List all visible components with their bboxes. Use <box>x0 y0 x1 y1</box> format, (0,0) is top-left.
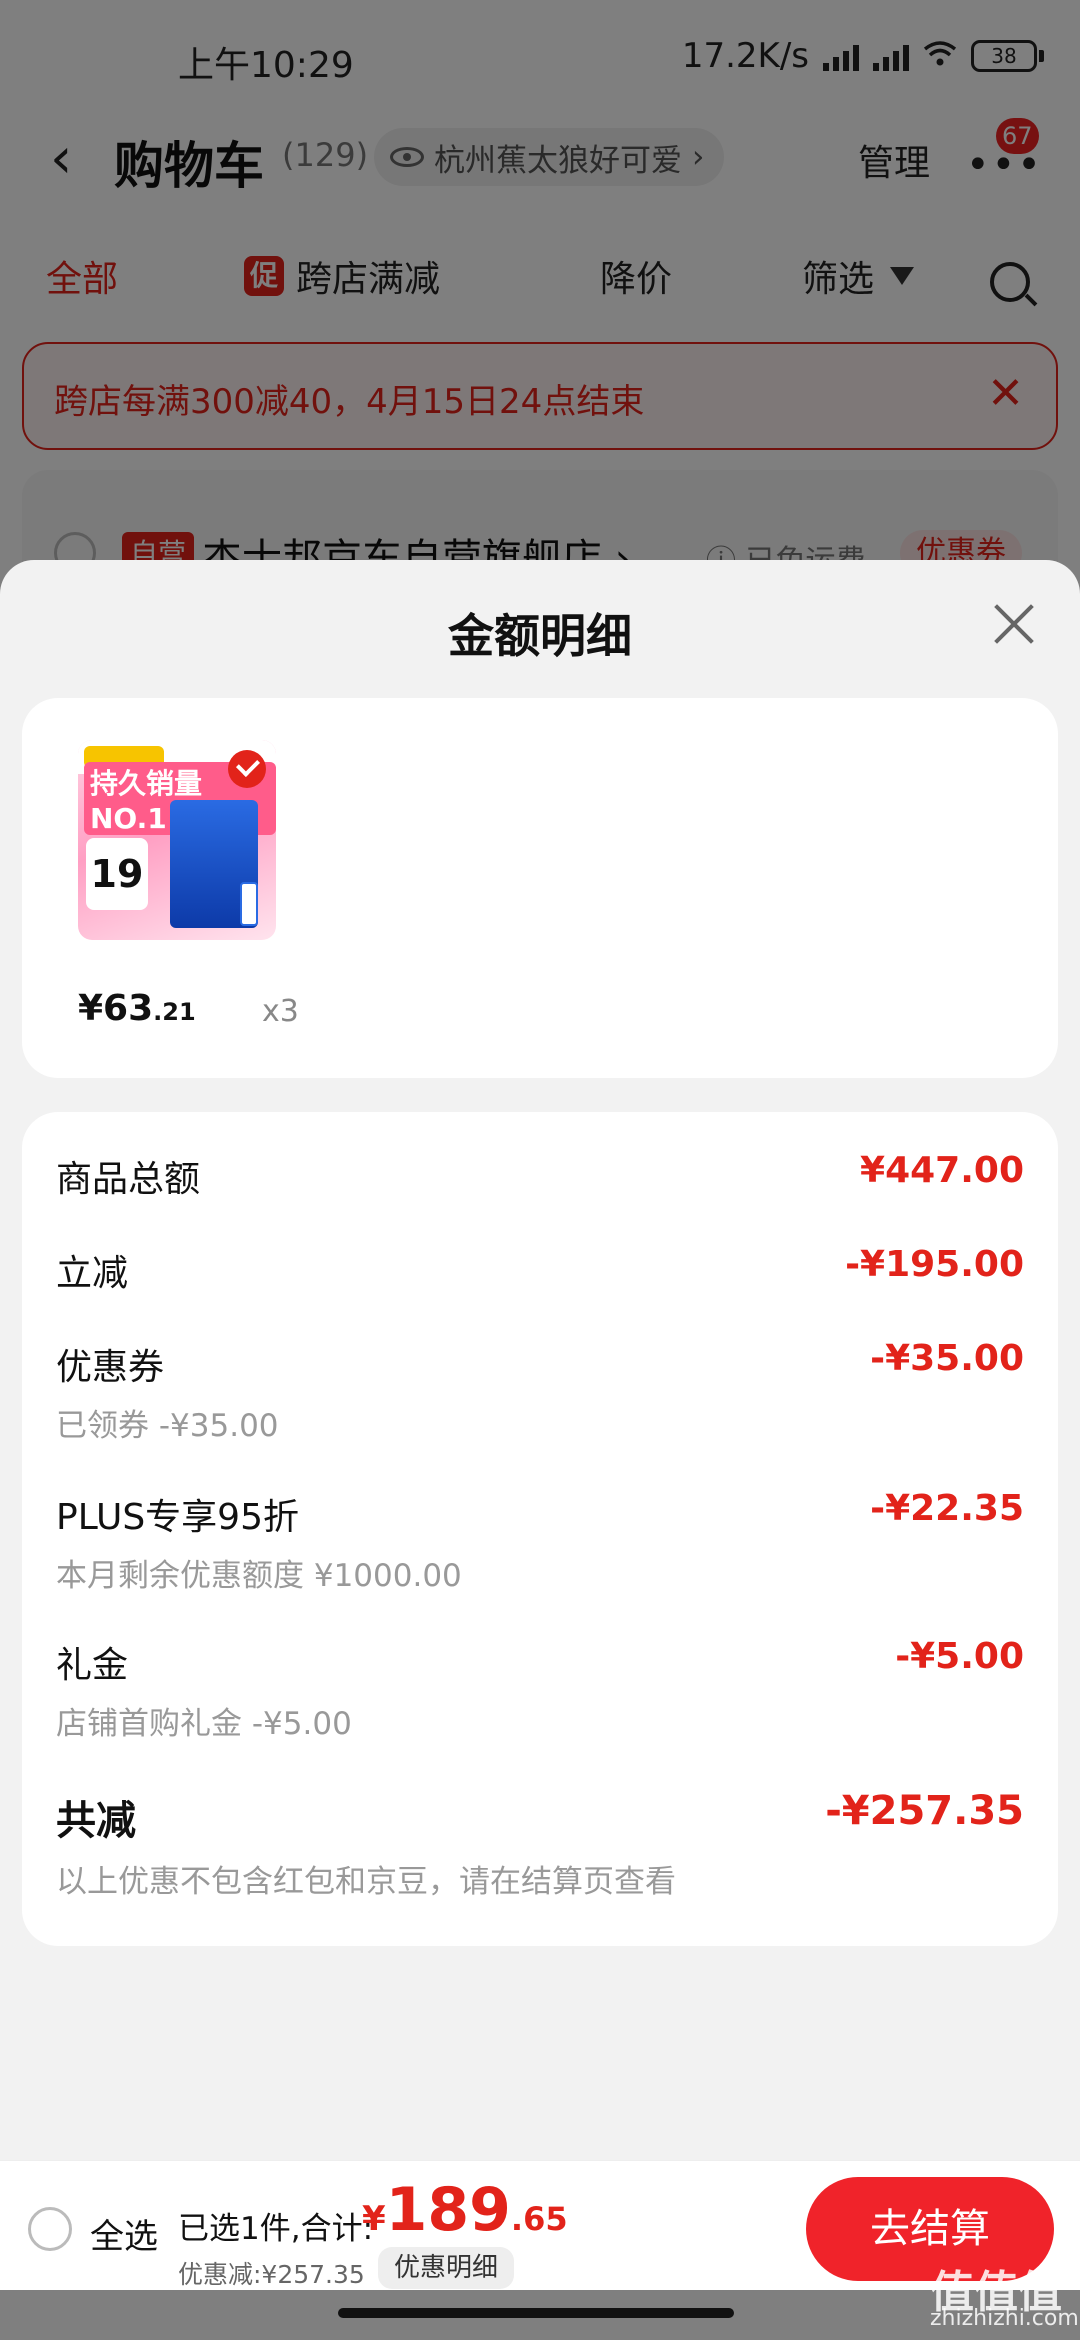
row-plus-discount: PLUS专享95折 本月剩余优惠额度 ¥1000.00 -¥22.35 <box>56 1488 1024 1595</box>
product-thumbnail[interactable]: 持久销量NO.1 19 <box>78 740 276 940</box>
product-card: 持久销量NO.1 19 ¥63.21 x3 <box>22 698 1058 1078</box>
product-price-dec: .21 <box>153 998 196 1026</box>
sheet-title: 金额明细 <box>448 609 632 663</box>
checkout-bar: 全选 已选1件,合计: ¥189.65 优惠减:¥257.35 优惠明细 去结算 <box>0 2160 1080 2290</box>
amount-detail-sheet: 金额明细 持久销量NO.1 19 ¥63.21 x3 商品总额 ¥447.00 … <box>0 560 1080 2162</box>
total-currency: ¥ <box>362 2199 386 2239</box>
product-bottle-image <box>240 882 258 926</box>
product-price: ¥63.21 <box>78 988 196 1029</box>
watermark-url: zhizhizhi.com <box>930 2306 1079 2331</box>
row-amount: -¥257.35 <box>825 1788 1024 1834</box>
row-coupon: 优惠券 已领券 -¥35.00 -¥35.00 <box>56 1338 1024 1445</box>
close-icon[interactable] <box>988 600 1036 648</box>
product-price-int: ¥63 <box>78 988 154 1029</box>
select-all-label[interactable]: 全选 <box>90 2209 158 2258</box>
discount-detail-button[interactable]: 优惠明细 <box>378 2247 515 2289</box>
row-instant-discount: 立减 -¥195.00 <box>56 1244 1024 1296</box>
row-goods-total: 商品总额 ¥447.00 <box>56 1150 1024 1202</box>
total-price: ¥189.65 <box>362 2175 568 2245</box>
home-indicator[interactable] <box>338 2308 734 2318</box>
row-total-discount: 共减 以上优惠不包含红包和京豆，请在结算页查看 -¥257.35 <box>56 1788 1024 1901</box>
selected-summary: 已选1件,合计: <box>178 2211 374 2247</box>
row-amount: -¥5.00 <box>895 1636 1024 1677</box>
row-amount: -¥195.00 <box>845 1244 1024 1285</box>
total-dec: .65 <box>510 2200 568 2238</box>
check-badge-icon <box>228 750 266 788</box>
row-sub: 本月剩余优惠额度 ¥1000.00 <box>56 1558 462 1594</box>
row-gift-money: 礼金 店铺首购礼金 -¥5.00 -¥5.00 <box>56 1636 1024 1743</box>
row-amount: -¥35.00 <box>870 1338 1024 1379</box>
thumb-price: 19 <box>86 838 148 910</box>
row-label: 礼金 <box>56 1645 129 1686</box>
row-amount: ¥447.00 <box>860 1150 1024 1191</box>
total-int: 189 <box>385 2175 511 2245</box>
row-amount: -¥22.35 <box>870 1488 1024 1529</box>
saved-amount: 优惠减:¥257.35 <box>178 2260 365 2289</box>
select-all-checkbox[interactable] <box>28 2207 72 2251</box>
amount-breakdown: 商品总额 ¥447.00 立减 -¥195.00 优惠券 已领券 -¥35.00… <box>22 1112 1058 1946</box>
row-sub: 已领券 -¥35.00 <box>56 1408 279 1444</box>
product-quantity: x3 <box>262 994 299 1029</box>
row-sub: 以上优惠不包含红包和京豆，请在结算页查看 <box>56 1864 676 1900</box>
row-sub: 店铺首购礼金 -¥5.00 <box>56 1706 352 1742</box>
